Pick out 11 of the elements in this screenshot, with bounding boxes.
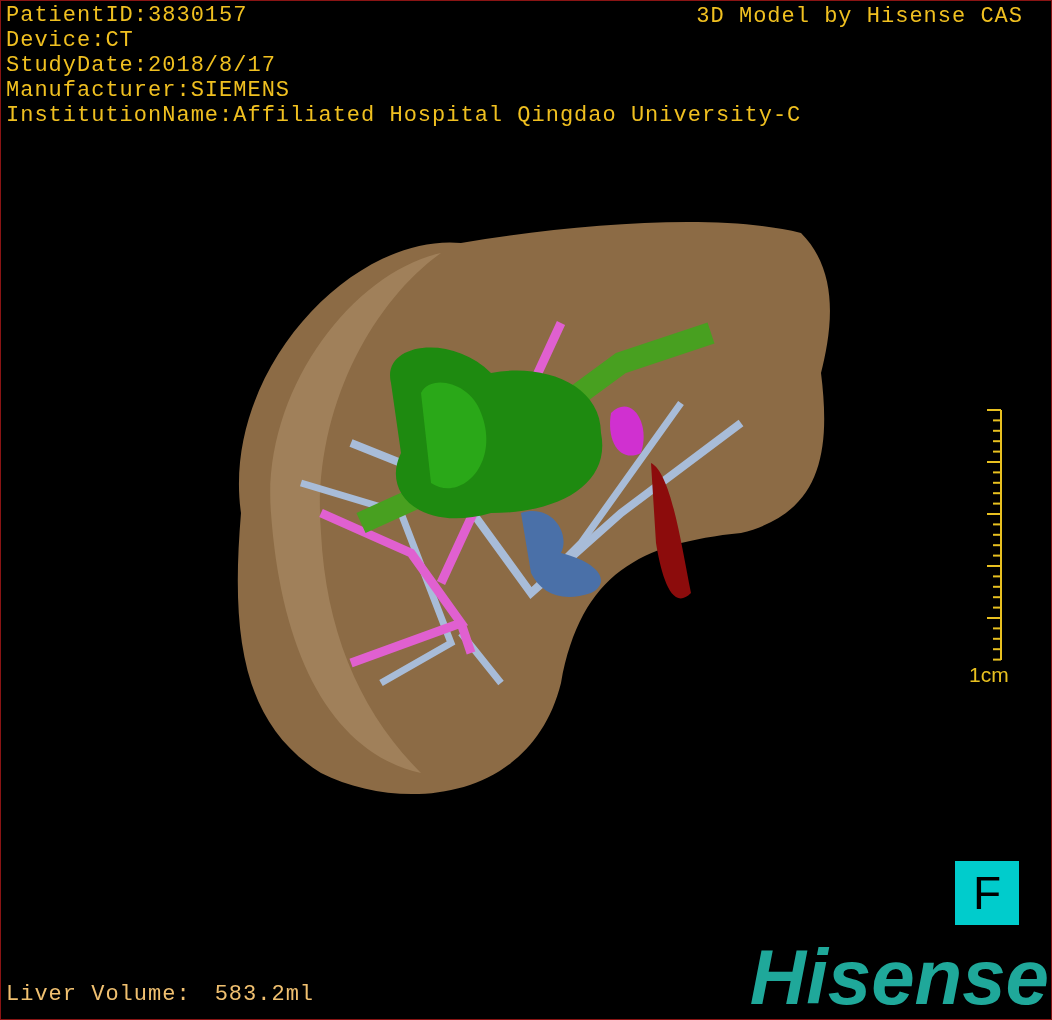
volume-label: Liver Volume: (6, 982, 191, 1007)
scale-label: 1cm (969, 663, 1009, 687)
viewer-title: 3D Model by Hisense CAS (696, 4, 1023, 29)
info-text: Manufacturer:SIEMENS (6, 78, 291, 103)
info-text: PatientID:3830157 (6, 3, 248, 28)
volume-value: 583.2ml (214, 982, 315, 1007)
logo: Hisense (749, 935, 1049, 1019)
info-text: Device:CT (6, 28, 134, 53)
orientation-marker: F (955, 861, 1019, 925)
info-text: StudyDate:2018/8/17 (6, 53, 276, 78)
info-text: InstitutionName:Affiliated Hospital Qingdao University-C (6, 103, 802, 128)
